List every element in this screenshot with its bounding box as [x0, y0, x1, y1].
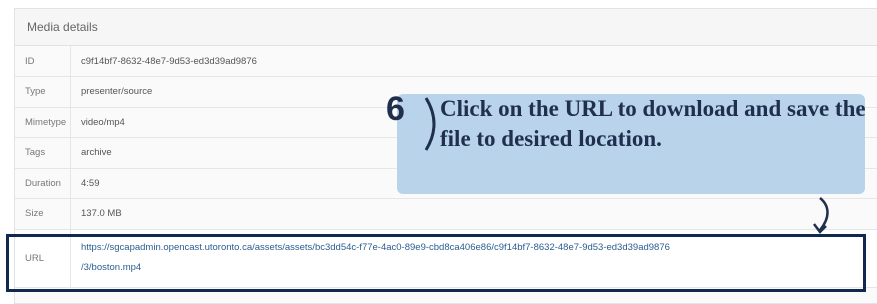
row-value-id: c9f14bf7-8632-48e7-9d53-ed3d39ad9876	[71, 46, 877, 77]
row-key-duration: Duration	[15, 168, 71, 199]
row-key-type: Type	[15, 77, 71, 108]
step-number: 6	[386, 90, 405, 129]
row-key-size: Size	[15, 199, 71, 230]
row-value-size: 137.0 MB	[71, 199, 877, 230]
table-row-id: ID c9f14bf7-8632-48e7-9d53-ed3d39ad9876	[15, 46, 877, 77]
callout-instruction-text: Click on the URL to download and save th…	[440, 94, 870, 154]
row-key-id: ID	[15, 46, 71, 77]
row-key-mimetype: Mimetype	[15, 107, 71, 138]
table-row-size: Size 137.0 MB	[15, 199, 877, 230]
url-highlight-box	[6, 234, 866, 292]
panel-title: Media details	[15, 9, 877, 46]
row-key-tags: Tags	[15, 138, 71, 169]
curved-arrow-icon	[806, 196, 836, 238]
